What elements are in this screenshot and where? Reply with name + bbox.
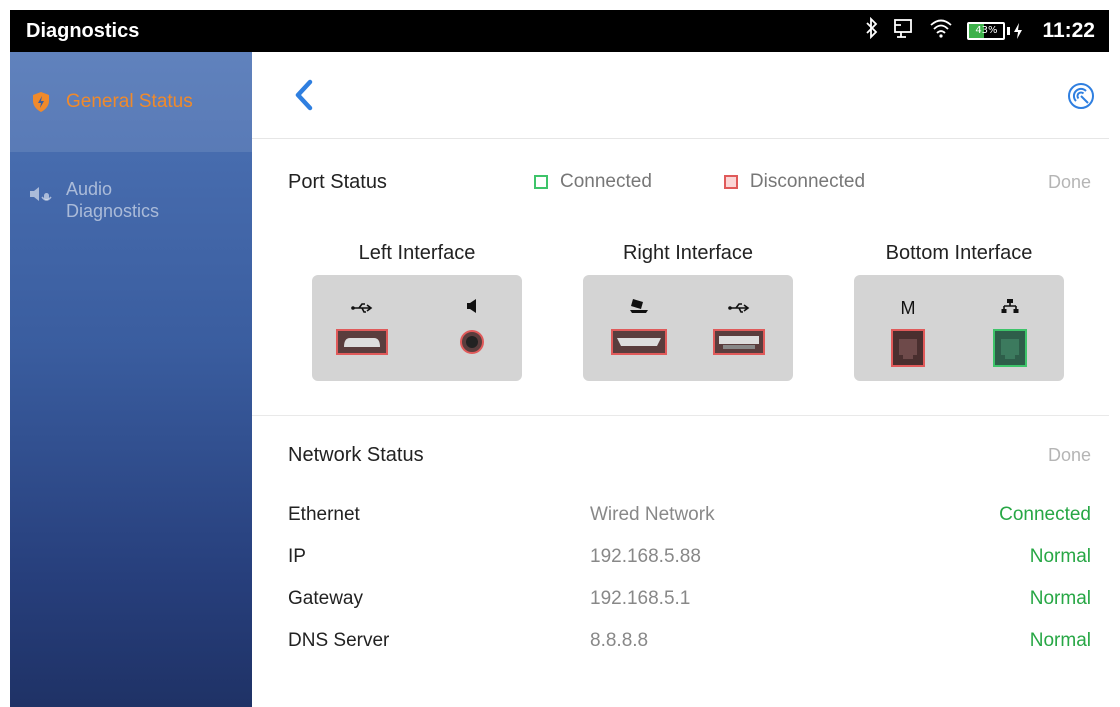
sidebar-item-label: General Status bbox=[66, 91, 193, 112]
port-label-m: M bbox=[900, 298, 916, 318]
chevron-left-icon bbox=[295, 79, 313, 111]
row-value: Wired Network bbox=[590, 504, 715, 525]
sidebar-item-general-status[interactable]: General Status bbox=[10, 52, 252, 152]
battery-icon: 43% bbox=[967, 22, 1006, 40]
status-icons: 43% 11:22 bbox=[865, 16, 1095, 45]
charging-bolt-icon bbox=[1014, 23, 1023, 39]
network-row-dns-server: DNS Server 8.8.8.8 Normal bbox=[252, 620, 1109, 662]
network-status-list: Ethernet Wired Network Connected IP 192.… bbox=[252, 494, 1109, 662]
network-status-done-button[interactable]: Done bbox=[1048, 445, 1091, 466]
port-rj45-network bbox=[980, 297, 1040, 372]
row-key: DNS Server bbox=[288, 630, 390, 651]
legend-disconnected: Disconnected bbox=[723, 171, 865, 193]
network-row-ip: IP 192.168.5.88 Normal bbox=[252, 536, 1109, 578]
laptop-icon bbox=[609, 297, 669, 319]
port-legend: Connected Disconnected bbox=[534, 171, 937, 193]
cast-icon bbox=[893, 17, 915, 45]
row-status: Normal bbox=[1029, 588, 1091, 609]
port-status-header: Port Status Connected Disconnected Done bbox=[252, 171, 1109, 193]
port-rj45-m: M bbox=[878, 297, 938, 372]
bluetooth-icon bbox=[865, 16, 879, 45]
wifi-icon bbox=[929, 17, 953, 45]
row-value: 192.168.5.1 bbox=[590, 588, 691, 609]
port-panel bbox=[583, 275, 793, 381]
top-bar bbox=[252, 52, 1109, 139]
network-status-header: Network Status Done bbox=[252, 416, 1109, 494]
row-key: Ethernet bbox=[288, 504, 360, 525]
port-status-title: Port Status bbox=[288, 170, 387, 193]
port-group-name: Bottom Interface bbox=[885, 242, 1033, 264]
battery-indicator: 43% bbox=[967, 22, 1024, 40]
sidebar: General Status Audio Diagnostics bbox=[10, 52, 252, 707]
connected-swatch bbox=[534, 175, 548, 189]
sidebar-item-label: Audio Diagnostics bbox=[66, 179, 160, 221]
legend-connected: Connected bbox=[534, 171, 652, 193]
status-bar: Diagnostics 43% 11:22 bbox=[10, 10, 1109, 52]
row-key: IP bbox=[288, 546, 306, 567]
port-group-right: Right Interface bbox=[583, 241, 793, 381]
port-audio-jack bbox=[442, 297, 502, 360]
speaker-mic-icon bbox=[28, 184, 54, 204]
port-group-name: Left Interface bbox=[358, 242, 476, 264]
usb-icon bbox=[709, 297, 769, 319]
row-status: Normal bbox=[1029, 546, 1091, 567]
port-group-bottom: Bottom Interface M bbox=[854, 241, 1064, 381]
usb-icon bbox=[332, 297, 392, 319]
port-group-name: Right Interface bbox=[622, 242, 754, 264]
disconnected-swatch bbox=[723, 175, 738, 189]
shield-bolt-icon bbox=[28, 91, 54, 113]
app-title: Diagnostics bbox=[26, 19, 140, 42]
row-value: 8.8.8.8 bbox=[590, 630, 649, 651]
port-group-left: Left Interface bbox=[312, 241, 522, 381]
main-panel: Port Status Connected Disconnected Done … bbox=[252, 52, 1109, 707]
radar-icon bbox=[1068, 83, 1094, 109]
battery-percent: 43% bbox=[975, 25, 998, 36]
port-panel bbox=[312, 275, 522, 381]
speaker-icon bbox=[442, 297, 502, 319]
port-panel: M bbox=[854, 275, 1064, 381]
network-status-title: Network Status bbox=[288, 443, 424, 466]
row-status: Normal bbox=[1029, 630, 1091, 651]
diagnostics-radar-button[interactable] bbox=[1067, 82, 1095, 110]
row-value: 192.168.5.88 bbox=[590, 546, 701, 567]
row-status: Connected bbox=[999, 504, 1091, 525]
row-key: Gateway bbox=[288, 588, 363, 609]
port-status-done-button[interactable]: Done bbox=[1048, 172, 1091, 193]
network-row-ethernet: Ethernet Wired Network Connected bbox=[252, 494, 1109, 536]
back-button[interactable] bbox=[290, 78, 318, 112]
sidebar-item-audio-diagnostics[interactable]: Audio Diagnostics bbox=[10, 152, 252, 222]
clock: 11:22 bbox=[1042, 19, 1095, 42]
port-usb-a bbox=[709, 297, 769, 360]
port-groups: Left Interface Right Interface Bottom In… bbox=[252, 241, 1109, 381]
network-icon bbox=[980, 297, 1040, 319]
port-hdmi bbox=[609, 297, 669, 360]
network-row-gateway: Gateway 192.168.5.1 Normal bbox=[252, 578, 1109, 620]
port-micro-usb bbox=[332, 297, 392, 360]
